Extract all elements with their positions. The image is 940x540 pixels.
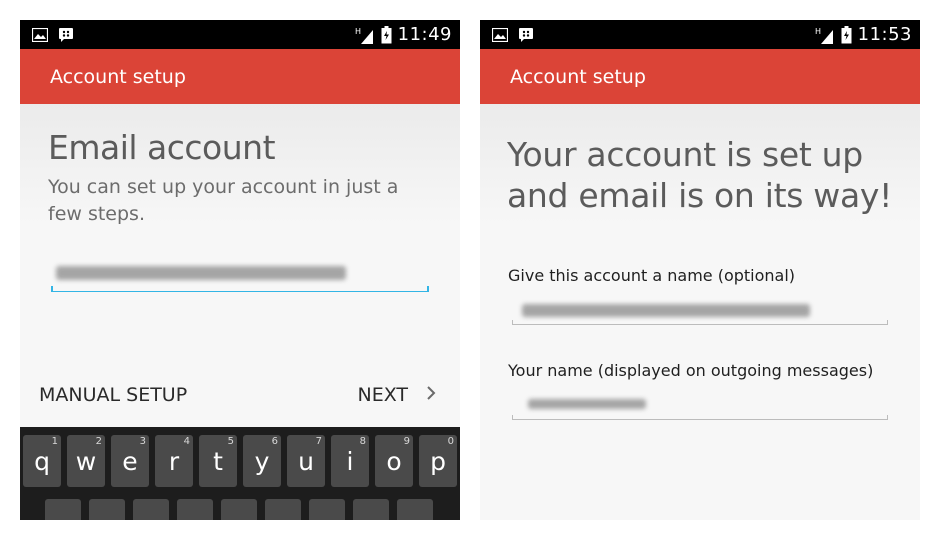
key-r[interactable]: 4r (155, 435, 193, 487)
image-icon (32, 27, 48, 42)
status-bar: H 11:53 (480, 20, 920, 49)
action-bar: Account setup (480, 49, 920, 104)
page-title: Email account (48, 128, 276, 167)
redacted-email (56, 266, 346, 280)
field-tick-left (51, 286, 53, 292)
redacted-your-name (528, 399, 646, 409)
key-row2-7[interactable] (309, 499, 345, 520)
key-o[interactable]: 9o (375, 435, 413, 487)
key-row2-3[interactable] (133, 499, 169, 520)
page-subtitle: You can set up your account in just a fe… (48, 176, 399, 225)
chevron-right-icon (426, 384, 436, 406)
field-tick-right (427, 286, 429, 292)
field-tick-right (887, 415, 888, 420)
key-row2-1[interactable] (45, 499, 81, 520)
next-button-label: NEXT (357, 384, 408, 406)
status-bar: H 11:49 (20, 20, 460, 49)
key-row2-4[interactable] (177, 499, 213, 520)
button-row: MANUAL SETUP NEXT (20, 374, 460, 416)
soft-keyboard: 1q 2w 3e 4r 5t 6y 7u 8i 9o 0p (20, 427, 460, 520)
action-bar-title: Account setup (510, 65, 646, 88)
key-row2-9[interactable] (397, 499, 433, 520)
status-time: 11:53 (857, 24, 912, 45)
setup-complete-content: Your account is set up and email is on i… (480, 104, 920, 520)
action-bar-title: Account setup (50, 65, 186, 88)
key-row2-2[interactable] (89, 499, 125, 520)
svg-text:H: H (355, 27, 361, 36)
key-q[interactable]: 1q (23, 435, 61, 487)
page-title: Your account is set up and email is on i… (507, 135, 893, 215)
action-bar: Account setup (20, 49, 460, 104)
key-row2-6[interactable] (265, 499, 301, 520)
svg-text:H: H (815, 27, 821, 36)
signal-icon: H (815, 26, 835, 44)
image-icon (492, 27, 508, 42)
key-u[interactable]: 7u (287, 435, 325, 487)
left-phone-screen: H 11:49 Account setup Email account You … (20, 20, 460, 520)
field-tick-left (512, 415, 513, 420)
redacted-account-name (522, 304, 810, 317)
key-w[interactable]: 2w (67, 435, 105, 487)
key-i[interactable]: 8i (331, 435, 369, 487)
battery-icon (381, 25, 392, 44)
manual-setup-button[interactable]: MANUAL SETUP (39, 384, 187, 406)
next-button[interactable]: NEXT (357, 384, 436, 406)
bbm-chat-icon (518, 27, 534, 43)
key-p[interactable]: 0p (419, 435, 457, 487)
field-tick-left (512, 320, 513, 325)
key-t[interactable]: 5t (199, 435, 237, 487)
key-row2-5[interactable] (221, 499, 257, 520)
status-time: 11:49 (397, 24, 452, 45)
key-e[interactable]: 3e (111, 435, 149, 487)
key-y[interactable]: 6y (243, 435, 281, 487)
bbm-chat-icon (58, 27, 74, 43)
right-phone-screen: H 11:53 Account setup Your account is se… (480, 20, 920, 520)
battery-icon (841, 25, 852, 44)
key-row2-8[interactable] (353, 499, 389, 520)
field-tick-right (887, 320, 888, 325)
signal-icon: H (355, 26, 375, 44)
your-name-label: Your name (displayed on outgoing message… (508, 361, 874, 380)
account-name-label: Give this account a name (optional) (508, 266, 796, 285)
